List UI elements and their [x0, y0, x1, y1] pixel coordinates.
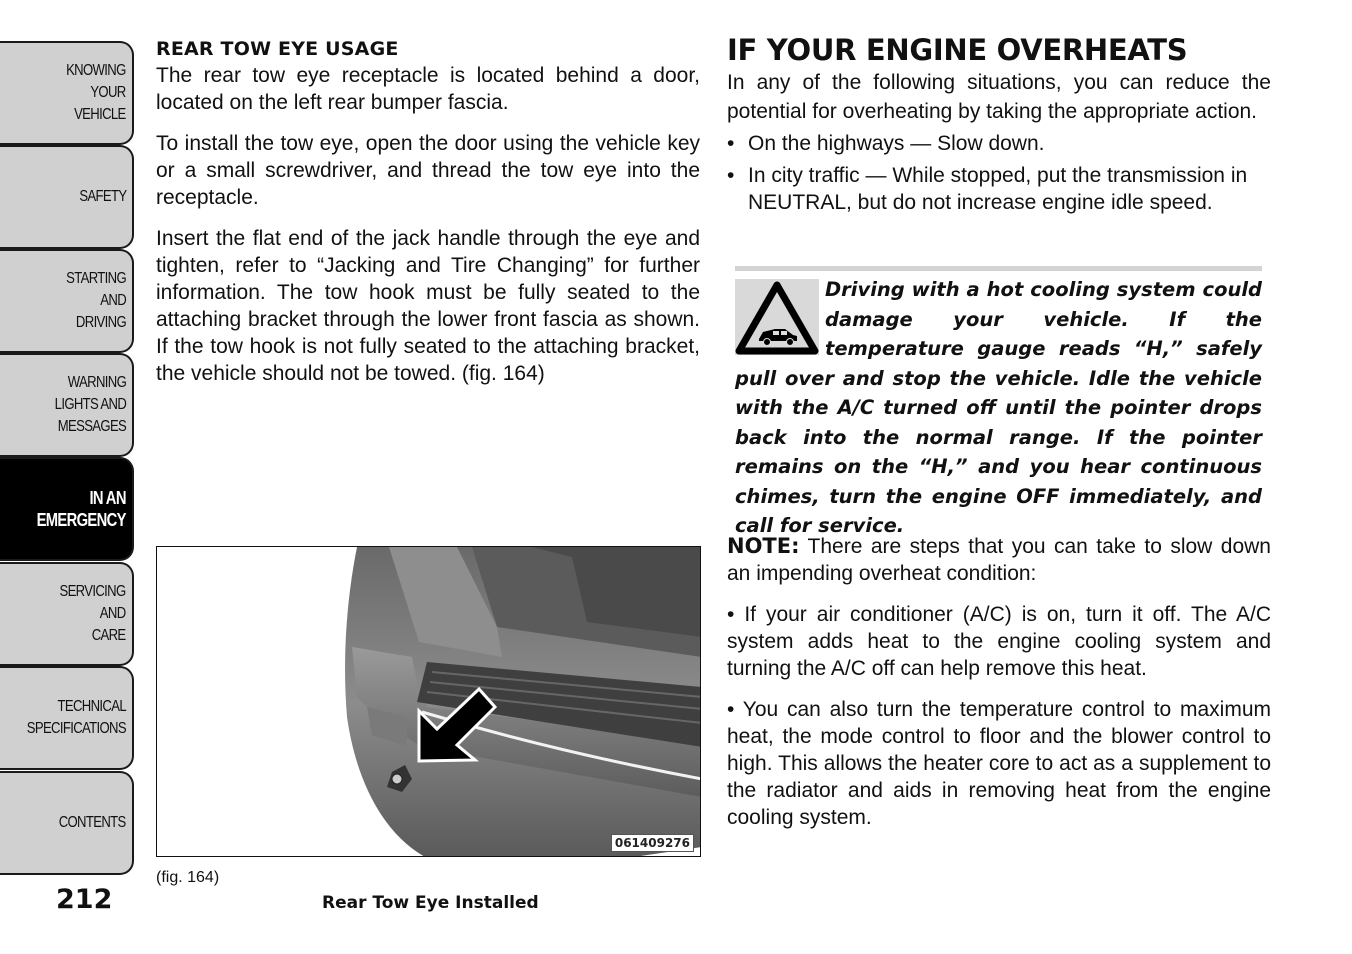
- tab-label: WARNING LIGHTS AND MESSAGES: [54, 374, 127, 435]
- tab-label: IN AN EMERGENCY: [36, 488, 127, 530]
- tab-label: CONTENTS: [59, 814, 127, 831]
- warning-triangle-car-icon: [735, 279, 819, 355]
- section-heading: REAR TOW EYE USAGE: [156, 38, 399, 60]
- paragraph: The rear tow eye receptacle is located b…: [156, 64, 700, 114]
- tab-technical-specifications[interactable]: TECHNICAL SPECIFICATIONS: [0, 666, 134, 770]
- tab-servicing-and-care[interactable]: SERVICING AND CARE: [0, 562, 134, 666]
- note-text: There are steps that you can take to slo…: [727, 535, 1271, 585]
- note-label: NOTE:: [727, 534, 800, 558]
- paragraph: To install the tow eye, open the door us…: [156, 132, 700, 209]
- warning-divider: [735, 266, 1262, 271]
- intro-paragraph: In any of the following situations, you …: [727, 71, 1271, 123]
- tab-warning-lights-and-messages[interactable]: WARNING LIGHTS AND MESSAGES: [0, 353, 134, 457]
- right-column: IF YOUR ENGINE OVERHEATS In any of the f…: [727, 32, 1271, 221]
- page-number: 212: [56, 884, 113, 915]
- note-bullet: • If your air conditioner (A/C) is on, t…: [727, 603, 1271, 680]
- note-section: NOTE: There are steps that you can take …: [727, 533, 1271, 845]
- tab-in-an-emergency[interactable]: IN AN EMERGENCY: [0, 457, 134, 561]
- note-bullet: • You can also turn the temperature cont…: [727, 698, 1271, 829]
- car-bumper-illustration: [345, 547, 700, 856]
- tab-knowing-your-vehicle[interactable]: KNOWING YOUR VEHICLE: [0, 41, 134, 145]
- tab-starting-and-driving[interactable]: STARTING AND DRIVING: [0, 249, 134, 353]
- figure-id: 061409276: [610, 834, 694, 852]
- list-item: In city traffic — While stopped, put the…: [727, 162, 1271, 216]
- tab-label: SAFETY: [78, 188, 127, 205]
- tab-label: STARTING AND DRIVING: [66, 270, 127, 331]
- paragraph: Insert the flat end of the jack handle t…: [156, 227, 700, 385]
- page-title: IF YOUR ENGINE OVERHEATS: [727, 33, 1188, 67]
- tab-contents[interactable]: CONTENTS: [0, 771, 134, 875]
- warning-box: Driving with a hot cooling system could …: [735, 266, 1262, 541]
- list-item: On the highways — Slow down.: [727, 130, 1271, 157]
- tab-safety[interactable]: SAFETY: [0, 145, 134, 249]
- tab-label: KNOWING YOUR VEHICLE: [66, 62, 126, 123]
- figure-reference: (fig. 164): [156, 869, 220, 886]
- situation-list: On the highways — Slow down. In city tra…: [727, 130, 1271, 216]
- figure-rear-tow-eye: 061409276: [156, 546, 701, 857]
- tab-label: TECHNICAL SPECIFICATIONS: [26, 698, 127, 737]
- figure-caption: Rear Tow Eye Installed: [322, 893, 539, 913]
- tab-label: SERVICING AND CARE: [59, 583, 127, 644]
- left-column: REAR TOW EYE USAGE The rear tow eye rece…: [156, 36, 700, 401]
